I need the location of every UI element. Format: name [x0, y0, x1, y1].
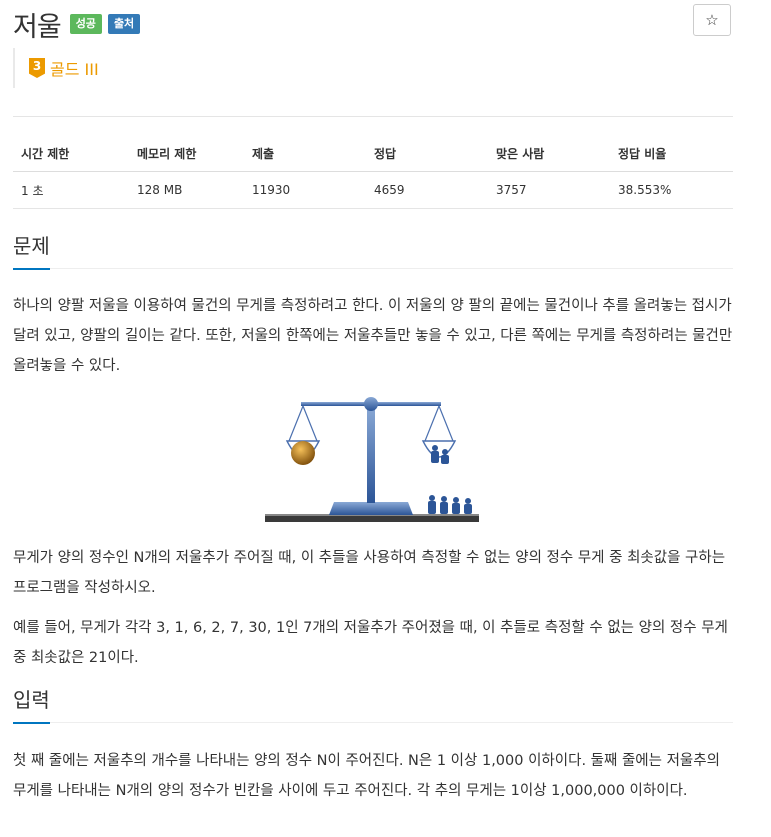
info-header-submissions: 제출: [244, 136, 366, 172]
info-header-accepted: 정답: [366, 136, 488, 172]
info-header-ratio: 정답 비율: [610, 136, 733, 172]
balance-scale-illustration: [265, 397, 479, 522]
info-table-header-row: 시간 제한 메모리 제한 제출 정답 맞은 사람 정답 비율: [13, 136, 733, 172]
header-divider: [13, 116, 733, 117]
problem-title: 저울: [13, 11, 62, 43]
accepted-value: 4659: [366, 171, 488, 209]
problem-header: 저울 성공 출처: [13, 4, 141, 44]
submissions-value: 11930: [244, 171, 366, 209]
info-header-solvers: 맞은 사람: [488, 136, 610, 172]
info-table-row: 1 초 128 MB 11930 4659 3757 38.553%: [13, 171, 733, 209]
problem-example-paragraph: 예를 들어, 무게가 각각 3, 1, 6, 2, 7, 30, 1인 7개의 …: [13, 620, 728, 666]
info-header-memory-limit: 메모리 제한: [129, 136, 244, 172]
problem-section-header: 문제: [13, 230, 733, 270]
tier-shield-icon: 3: [29, 58, 45, 78]
ratio-value: 38.553%: [610, 171, 733, 209]
star-icon: ☆: [705, 11, 719, 29]
favorite-star-button[interactable]: ☆: [693, 4, 731, 36]
solvers-value: 3757: [488, 171, 610, 209]
problem-description-paragraph: 하나의 양팔 저울을 이용하여 물건의 무게를 측정하려고 한다. 이 저울의 …: [13, 298, 733, 374]
input-description-paragraph: 첫 째 줄에는 저울추의 개수를 나타내는 양의 정수 N이 주어진다. N은 …: [13, 753, 720, 799]
weights-on-pan: [431, 445, 449, 464]
problem-section-title: 문제: [13, 230, 50, 270]
success-badge[interactable]: 성공: [69, 14, 102, 34]
object-ball: [291, 441, 315, 465]
info-header-time-limit: 시간 제한: [13, 136, 129, 172]
tier-box: 3 골드 III: [13, 48, 99, 88]
source-badge[interactable]: 출처: [107, 14, 141, 34]
problem-info-table: 시간 제한 메모리 제한 제출 정답 맞은 사람 정답 비율 1 초 128 M…: [13, 136, 733, 209]
time-limit-value: 1 초: [13, 171, 129, 209]
weights-on-ground: [428, 495, 472, 514]
input-section-title: 입력: [13, 684, 50, 724]
tier-label[interactable]: 골드 III: [50, 56, 99, 80]
problem-task-paragraph: 무게가 양의 정수인 N개의 저울추가 주어질 때, 이 추들을 사용하여 측정…: [13, 550, 726, 596]
memory-limit-value: 128 MB: [129, 171, 244, 209]
input-section-header: 입력: [13, 684, 733, 724]
